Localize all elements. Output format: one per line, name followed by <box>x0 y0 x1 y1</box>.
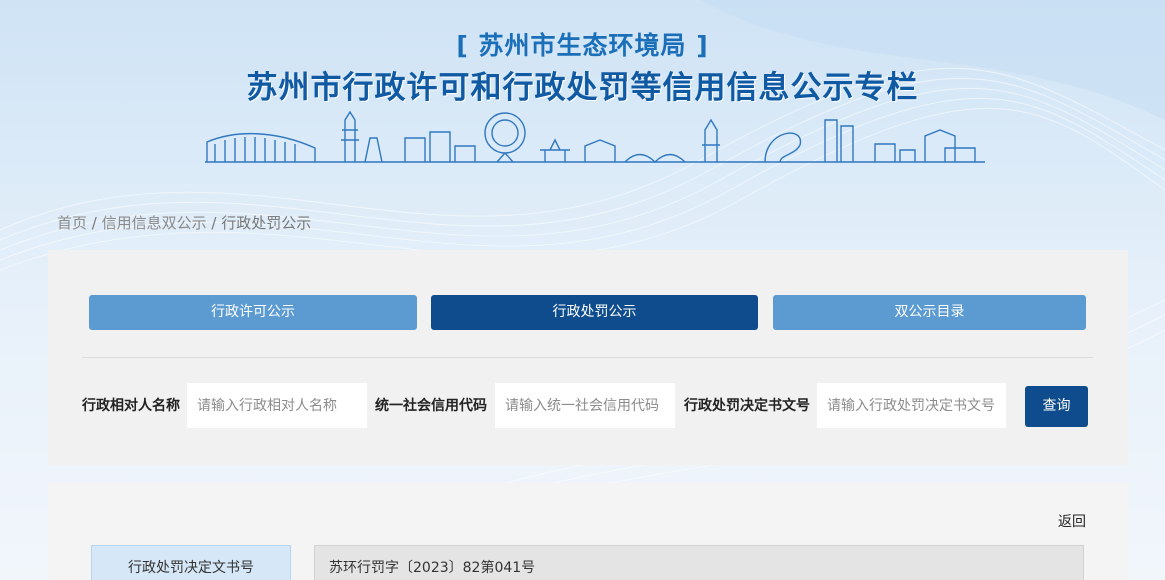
breadcrumb-separator: / <box>206 214 222 232</box>
tab-double-disclosure-catalog[interactable]: 双公示目录 <box>773 295 1086 330</box>
breadcrumb: 首页 / 信用信息双公示 / 行政处罚公示 <box>57 212 311 233</box>
search-form: 行政相对人名称 统一社会信用代码 行政处罚决定书文号 查询 <box>48 383 1128 428</box>
breadcrumb-level2-link[interactable]: 信用信息双公示 <box>102 214 207 232</box>
detail-field-value: 苏环行罚字〔2023〕82第041号 <box>314 545 1084 580</box>
counterparty-name-label: 行政相对人名称 <box>82 398 180 414</box>
breadcrumb-current: 行政处罚公示 <box>221 214 312 232</box>
agency-name: [ 苏州市生态环境局 ] <box>456 31 709 60</box>
site-header: [ 苏州市生态环境局 ] 苏州市行政许可和行政处罚等信用信息公示专栏 <box>0 0 1165 200</box>
tab-admin-license[interactable]: 行政许可公示 <box>89 295 417 330</box>
city-skyline-illustration <box>205 110 985 163</box>
back-link[interactable]: 返回 <box>1058 511 1086 531</box>
credit-code-label: 统一社会信用代码 <box>375 398 487 414</box>
breadcrumb-separator: / <box>87 214 102 232</box>
counterparty-name-input[interactable] <box>187 383 367 428</box>
credit-code-input[interactable] <box>495 383 675 428</box>
query-button[interactable]: 查询 <box>1025 386 1088 427</box>
divider <box>82 357 1093 358</box>
search-panel: 行政许可公示 行政处罚公示 双公示目录 行政相对人名称 统一社会信用代码 行政处… <box>48 250 1128 465</box>
detail-panel: 返回 行政处罚决定文书号 苏环行罚字〔2023〕82第041号 <box>48 483 1128 580</box>
decision-number-input[interactable] <box>817 383 1006 428</box>
decision-number-label: 行政处罚决定书文号 <box>684 398 810 414</box>
tab-admin-penalty[interactable]: 行政处罚公示 <box>431 295 758 330</box>
breadcrumb-home-link[interactable]: 首页 <box>57 214 87 232</box>
detail-field-label: 行政处罚决定文书号 <box>91 545 291 580</box>
